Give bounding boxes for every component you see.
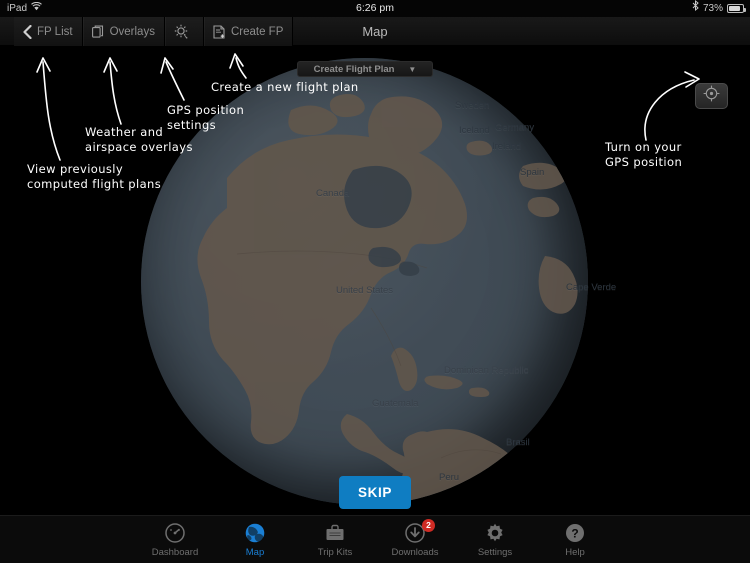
fp-list-button[interactable]: FP List xyxy=(14,17,83,46)
crosshair-target-icon xyxy=(703,85,720,107)
gps-btn-note: Turn on your GPS position xyxy=(605,140,683,169)
battery-percent: 73% xyxy=(702,3,723,14)
status-bar-right: 73% xyxy=(692,0,746,17)
globe-label: Sweden xyxy=(455,100,490,111)
tab-label: Map xyxy=(245,546,265,558)
fp-list-label: FP List xyxy=(37,25,73,38)
ipad-app-screen: iPad 6:26 pm 73% Sweden Iceland Germany … xyxy=(0,0,750,563)
tab-trip-kits[interactable]: Trip Kits xyxy=(295,522,375,558)
globe-label: Cape Verde xyxy=(566,282,617,293)
globe-label: Ireland xyxy=(492,141,522,152)
status-bar: iPad 6:26 pm 73% xyxy=(0,0,750,17)
download-icon: 2 xyxy=(404,518,435,544)
gps-settings-button[interactable] xyxy=(164,17,204,46)
gps-note: GPS position settings xyxy=(167,103,245,132)
create-flight-plan-dropdown[interactable]: Create Flight Plan ▼ xyxy=(297,61,433,77)
skip-button[interactable]: SKIP xyxy=(339,476,411,509)
globe-label: Peru xyxy=(439,472,460,483)
layers-icon xyxy=(91,25,105,39)
nav-toolbar: FP List Overlays Create FP xyxy=(14,17,294,46)
globe-label: Brasil xyxy=(506,437,530,448)
downloads-badge: 2 xyxy=(422,518,435,532)
briefcase-icon xyxy=(324,522,346,544)
globe-label: United States xyxy=(336,285,394,296)
globe-label: Spain xyxy=(520,167,545,178)
create-fp-label: Create FP xyxy=(230,25,284,38)
globe-label: Iceland xyxy=(459,125,490,136)
back-chevron-icon xyxy=(23,24,32,39)
create-fp-note: Create a new flight plan xyxy=(211,80,359,94)
status-bar-time: 6:26 pm xyxy=(356,2,394,14)
globe-icon xyxy=(244,522,266,544)
globe-label: Germany xyxy=(495,122,535,133)
create-flight-plan-label: Create Flight Plan xyxy=(313,63,395,75)
overlays-label: Overlays xyxy=(109,25,155,38)
chevron-down-icon: ▼ xyxy=(408,64,417,74)
globe-label: Guatemala xyxy=(372,398,419,409)
tab-dashboard[interactable]: Dashboard xyxy=(135,522,215,558)
tab-map[interactable]: Map xyxy=(215,522,295,558)
fp-list-note: View previously computed flight plans xyxy=(27,162,162,191)
tab-help[interactable]: ? Help xyxy=(535,522,615,558)
tab-label: Settings xyxy=(477,546,513,558)
tab-downloads[interactable]: 2 Downloads xyxy=(375,518,455,558)
tab-bar: Dashboard Map Trip Kits 2 Downloads Settings?… xyxy=(0,515,750,563)
tab-label: Trip Kits xyxy=(317,546,353,558)
map-canvas[interactable]: Sweden Iceland Germany Ireland Spain Canada Un… xyxy=(0,17,750,515)
svg-text:?: ? xyxy=(571,526,578,540)
gauge-icon xyxy=(164,522,186,544)
globe-label: Canada xyxy=(316,188,350,199)
tab-label: Help xyxy=(565,546,585,558)
gear-icon xyxy=(484,522,506,544)
nav-bar: Map FP List Overlays Create FP xyxy=(0,17,750,46)
gps-position-button[interactable] xyxy=(695,83,728,109)
bluetooth-icon xyxy=(692,0,699,17)
question-icon: ? xyxy=(564,522,586,544)
gear-gps-icon xyxy=(174,24,189,39)
create-fp-button[interactable]: Create FP xyxy=(203,17,294,46)
battery-icon xyxy=(727,4,746,13)
tab-label: Downloads xyxy=(391,546,439,558)
tab-settings[interactable]: Settings xyxy=(455,522,535,558)
globe-label: Dominican Republic xyxy=(444,365,529,376)
overlays-button[interactable]: Overlays xyxy=(82,17,165,46)
document-plus-icon xyxy=(213,24,226,39)
tab-label: Dashboard xyxy=(151,546,199,558)
